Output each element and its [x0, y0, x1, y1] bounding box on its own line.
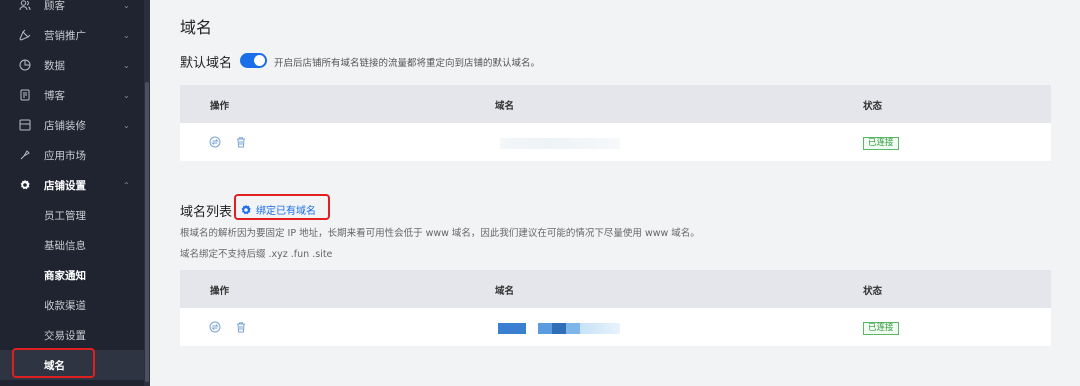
- switch-icon[interactable]: [209, 136, 221, 148]
- chevron-up-icon: ⌃: [123, 180, 130, 190]
- table-row: 已连接: [180, 308, 1051, 346]
- column-header: 操作: [210, 286, 230, 297]
- chart-icon: [19, 59, 31, 71]
- sidebar-subitem-payment[interactable]: 收款渠道: [0, 290, 144, 320]
- chevron-down-icon: ⌄: [123, 30, 130, 40]
- layout-icon: [19, 119, 31, 131]
- domain-list-table: 操作 域名 状态 已连接: [180, 270, 1051, 346]
- sidebar-item-label: 店铺设置: [44, 179, 86, 192]
- domain-list-title: 域名列表: [180, 205, 233, 220]
- table-header: 操作 域名 状态: [180, 85, 1051, 123]
- sidebar-item-data[interactable]: 数据 ⌄: [0, 50, 144, 80]
- sidebar-item-customers[interactable]: 顾客 ⌄: [0, 0, 144, 20]
- sidebar-subitem-label: 员工管理: [44, 209, 86, 222]
- chevron-down-icon: ⌄: [123, 90, 130, 100]
- domain-suffix-hint: 域名绑定不支持后缀 .xyz .fun .site: [180, 249, 333, 260]
- page-title: 域名: [180, 18, 213, 37]
- column-header: 域名: [495, 286, 515, 297]
- trash-icon[interactable]: [235, 321, 247, 333]
- switch-icon[interactable]: [209, 321, 221, 333]
- sidebar-subitem-label: 基础信息: [44, 239, 86, 252]
- main-content: 域名 默认域名 开启后店铺所有域名链接的流量都将重定向到店铺的默认域名。 操作 …: [150, 0, 1080, 386]
- masked-domain: [498, 323, 526, 334]
- masked-domain: [580, 323, 620, 334]
- default-domain-hint: 开启后店铺所有域名链接的流量都将重定向到店铺的默认域名。: [274, 58, 541, 69]
- sidebar-item-label: 店铺装修: [44, 119, 86, 132]
- users-icon: [19, 0, 31, 11]
- chevron-down-icon: ⌄: [123, 0, 130, 10]
- sidebar-item-label: 博客: [44, 89, 65, 102]
- highlight-box: [12, 348, 95, 378]
- masked-domain: [500, 138, 620, 149]
- sidebar-item-app-market[interactable]: 应用市场: [0, 140, 144, 170]
- chevron-down-icon: ⌄: [123, 120, 130, 130]
- gear-icon: [19, 179, 31, 191]
- sidebar-item-decoration[interactable]: 店铺装修 ⌄: [0, 110, 144, 140]
- column-header: 域名: [495, 101, 515, 112]
- chevron-down-icon: ⌄: [123, 60, 130, 70]
- masked-domain: [552, 323, 566, 334]
- sidebar-item-label: 数据: [44, 59, 65, 72]
- sidebar-subitem-label: 收款渠道: [44, 299, 86, 312]
- table-header: 操作 域名 状态: [180, 270, 1051, 308]
- sidebar-item-store-settings[interactable]: 店铺设置 ⌃: [0, 170, 144, 200]
- default-domain-title: 默认域名: [180, 56, 233, 71]
- sidebar-subitem-notifications[interactable]: 商家通知: [0, 260, 144, 290]
- sidebar: 顾客 ⌄ 营销推广 ⌄ 数据 ⌄ 博客 ⌄ 店铺装修 ⌄ 应用市场 店铺设置 ⌃…: [0, 0, 150, 386]
- plugin-icon: [19, 149, 31, 161]
- sidebar-item-label: 营销推广: [44, 29, 86, 42]
- sidebar-subitem-label: 交易设置: [44, 329, 86, 342]
- megaphone-icon: [19, 29, 31, 41]
- trash-icon[interactable]: [235, 136, 247, 148]
- column-header: 状态: [863, 101, 883, 112]
- status-badge: 已连接: [863, 322, 899, 335]
- status-badge: 已连接: [863, 137, 899, 150]
- sidebar-subitem-transaction[interactable]: 交易设置: [0, 320, 144, 350]
- sidebar-subitem-staff[interactable]: 员工管理: [0, 200, 144, 230]
- default-domain-toggle[interactable]: [240, 53, 267, 68]
- sidebar-subitem-basic-info[interactable]: 基础信息: [0, 230, 144, 260]
- column-header: 状态: [863, 286, 883, 297]
- masked-domain: [538, 323, 552, 334]
- sidebar-scroll-thumb[interactable]: [145, 82, 149, 382]
- highlight-box: [234, 194, 330, 220]
- document-icon: [19, 89, 31, 101]
- sidebar-item-label: 顾客: [44, 0, 65, 12]
- sidebar-item-blog[interactable]: 博客 ⌄: [0, 80, 144, 110]
- sidebar-subitem-label: 商家通知: [44, 269, 86, 282]
- sidebar-item-marketing[interactable]: 营销推广 ⌄: [0, 20, 144, 50]
- toggle-knob: [254, 55, 265, 66]
- default-domain-table: 操作 域名 状态 已连接: [180, 85, 1051, 161]
- masked-domain: [566, 323, 580, 334]
- domain-list-hint: 根域名的解析因为要固定 IP 地址，长期来看可用性会低于 www 域名，因此我们…: [180, 228, 700, 239]
- table-row: 已连接: [180, 123, 1051, 161]
- sidebar-item-label: 应用市场: [44, 149, 86, 162]
- column-header: 操作: [210, 101, 230, 112]
